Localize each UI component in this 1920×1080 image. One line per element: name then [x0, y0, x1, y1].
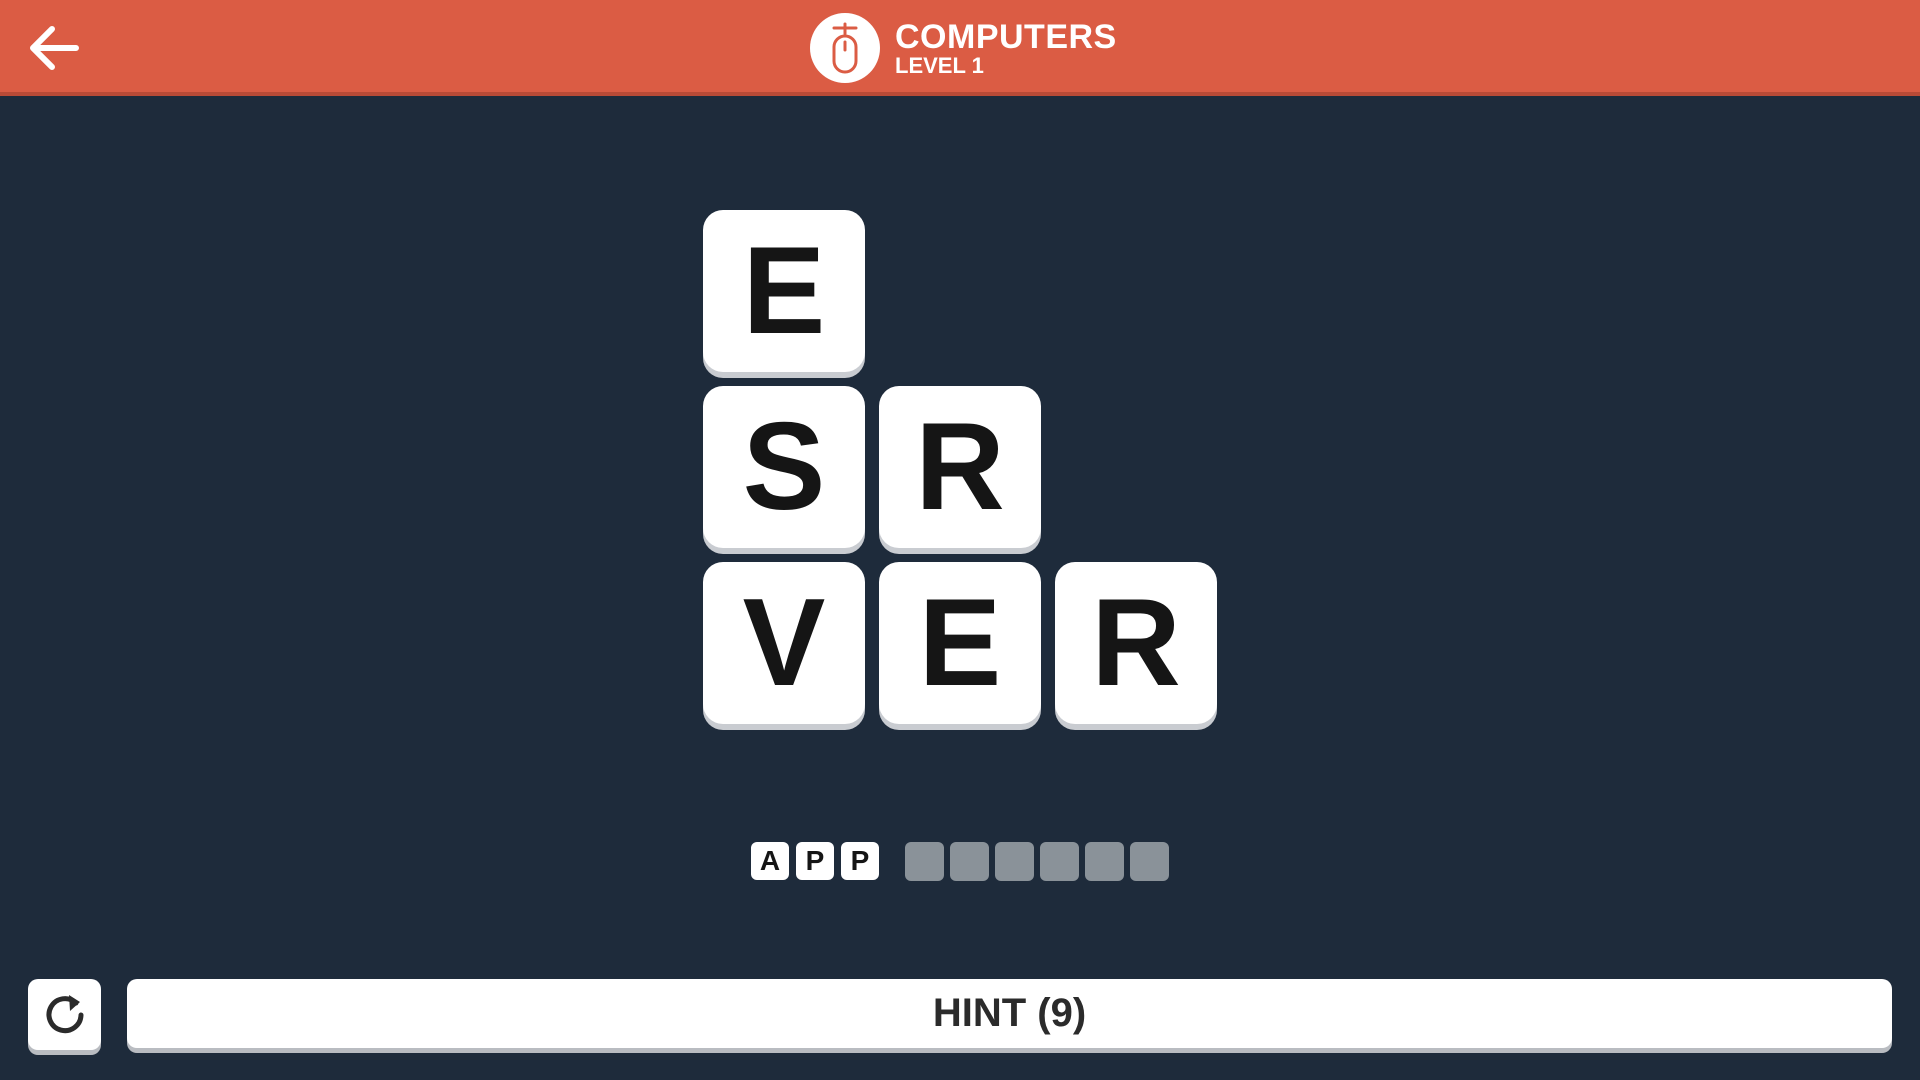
- answer-slot-empty: [1130, 841, 1169, 881]
- hint-button[interactable]: HINT (9): [127, 979, 1892, 1048]
- letter-tile[interactable]: S: [703, 386, 865, 548]
- letter-tile[interactable]: V: [703, 562, 865, 724]
- letter-tile[interactable]: E: [703, 210, 865, 372]
- letter-board: ESRVER: [0, 0, 1920, 1080]
- answer-row: APP: [751, 841, 1175, 881]
- answer-letter: P: [841, 842, 879, 880]
- answer-slot-empty: [950, 841, 989, 881]
- answer-letter: A: [751, 842, 789, 880]
- answer-slot-empty: [905, 841, 944, 881]
- answer-slot-empty: [995, 841, 1034, 881]
- restart-icon: [46, 994, 83, 1033]
- restart-button[interactable]: [28, 979, 101, 1050]
- answer-slot-empty: [1040, 841, 1079, 881]
- answer-letter: P: [796, 842, 834, 880]
- answer-slot-empty: [1085, 841, 1124, 881]
- letter-tile[interactable]: R: [879, 386, 1041, 548]
- letter-tile[interactable]: E: [879, 562, 1041, 724]
- letter-tile[interactable]: R: [1055, 562, 1217, 724]
